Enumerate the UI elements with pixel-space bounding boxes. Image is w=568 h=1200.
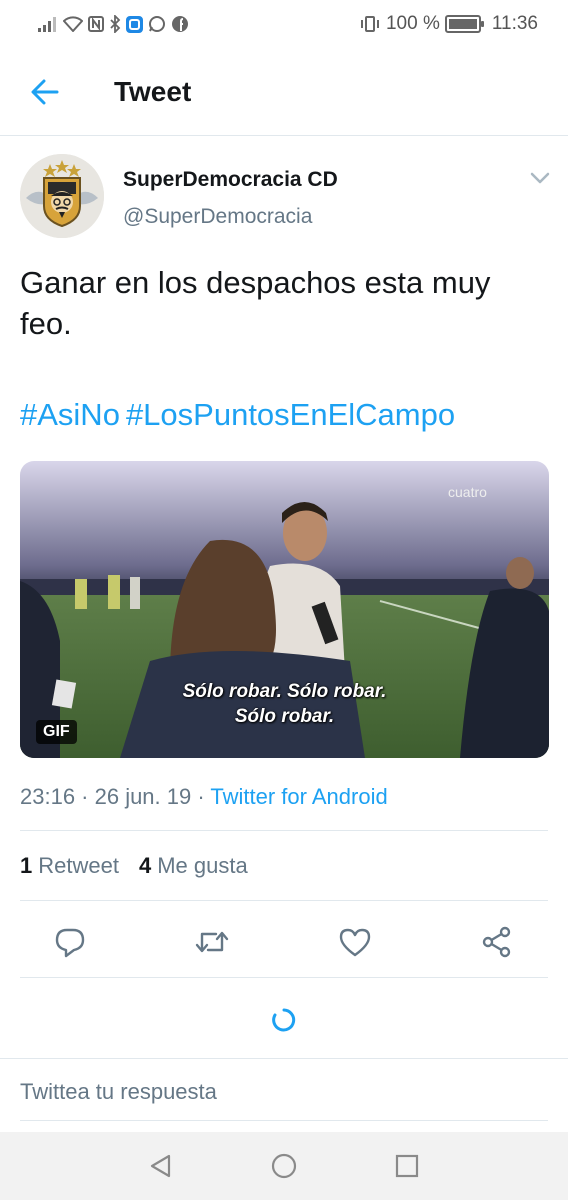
vibrate-icon — [359, 15, 381, 33]
reply-input[interactable]: Twittea tu respuesta — [20, 1079, 548, 1121]
retweet-button[interactable] — [192, 922, 232, 962]
retweet-icon — [195, 931, 229, 953]
retweets-stat[interactable]: 1 Retweet — [20, 853, 119, 879]
gif-subtitle: Sólo robar. Sólo robar. Sólo robar. — [20, 679, 549, 729]
nfc-icon — [88, 16, 104, 32]
signal-icon — [38, 16, 58, 32]
status-icons-left — [38, 15, 189, 33]
tweet-timestamp: 23:16 · 26 jun. 19 · — [20, 784, 211, 809]
facebook-icon — [171, 15, 189, 33]
status-bar: 100 % 11:36 — [0, 0, 568, 48]
recents-square-icon — [395, 1154, 418, 1178]
nav-home-button[interactable] — [264, 1146, 304, 1186]
divider — [20, 830, 548, 831]
back-triangle-icon — [151, 1154, 171, 1178]
status-time: 11:36 — [491, 13, 538, 34]
nav-back-button[interactable] — [141, 1146, 181, 1186]
reply-button[interactable] — [50, 922, 90, 962]
tweet-options-button[interactable] — [526, 164, 554, 192]
share-icon — [482, 926, 511, 958]
tweet-metadata: 23:16 · 26 jun. 19 · Twitter for Android — [20, 784, 388, 810]
chevron-down-icon — [530, 172, 550, 184]
likes-count: 4 — [138, 853, 152, 878]
hashtag-link[interactable]: #LosPuntosEnElCampo — [126, 397, 455, 432]
home-circle-icon — [271, 1153, 297, 1179]
tweet-actions — [0, 912, 568, 968]
spinner-icon — [272, 1008, 296, 1032]
tweet-hashtags: #AsiNo #LosPuntosEnElCampo — [20, 394, 461, 435]
gif-badge: GIF — [36, 720, 77, 744]
app-icon — [126, 15, 143, 33]
loading-spinner — [270, 1006, 298, 1034]
tweet-stats: 1 Retweet 4 Me gusta — [20, 853, 248, 879]
back-button[interactable] — [0, 48, 90, 136]
whatsapp-icon — [148, 15, 166, 33]
tweet-text: Ganar en los despachos esta muy feo. — [20, 265, 491, 341]
status-icons-right: 100 % 11:36 — [359, 13, 538, 35]
system-nav-bar — [0, 1132, 568, 1200]
wifi-icon — [63, 16, 83, 32]
author-name[interactable]: SuperDemocracia CD — [123, 168, 338, 192]
likes-stat[interactable]: 4 Me gusta — [139, 853, 248, 879]
like-button[interactable] — [335, 922, 375, 962]
avatar[interactable] — [20, 154, 104, 238]
battery-icon — [444, 15, 484, 33]
retweets-count: 1 — [20, 853, 33, 878]
likes-label: Me gusta — [157, 853, 248, 878]
nav-recents-button[interactable] — [387, 1146, 427, 1186]
tweet-author: SuperDemocracia CD @SuperDemocracia — [20, 154, 560, 244]
reply-icon — [55, 928, 85, 958]
watermark: cuatro — [448, 484, 487, 500]
app-bar: Tweet — [0, 48, 568, 136]
hashtag-link[interactable]: #AsiNo — [20, 397, 120, 432]
divider — [20, 900, 548, 901]
retweets-label: Retweet — [38, 853, 119, 878]
battery-percent: 100 % — [385, 13, 440, 34]
divider — [20, 977, 548, 978]
arrow-left-icon — [31, 79, 59, 104]
subtitle-line: Sólo robar. Sólo robar. — [182, 681, 387, 702]
tweet-source-link[interactable]: Twitter for Android — [210, 784, 387, 809]
bluetooth-icon — [109, 15, 121, 33]
heart-icon — [339, 928, 371, 957]
share-button[interactable] — [477, 922, 517, 962]
page-title: Tweet — [114, 75, 192, 107]
divider — [0, 1058, 568, 1059]
subtitle-line: Sólo robar. — [234, 706, 335, 727]
tweet-media-gif[interactable]: cuatro Sólo robar. Sólo robar. Sólo roba… — [20, 461, 549, 758]
author-handle[interactable]: @SuperDemocracia — [123, 205, 312, 229]
